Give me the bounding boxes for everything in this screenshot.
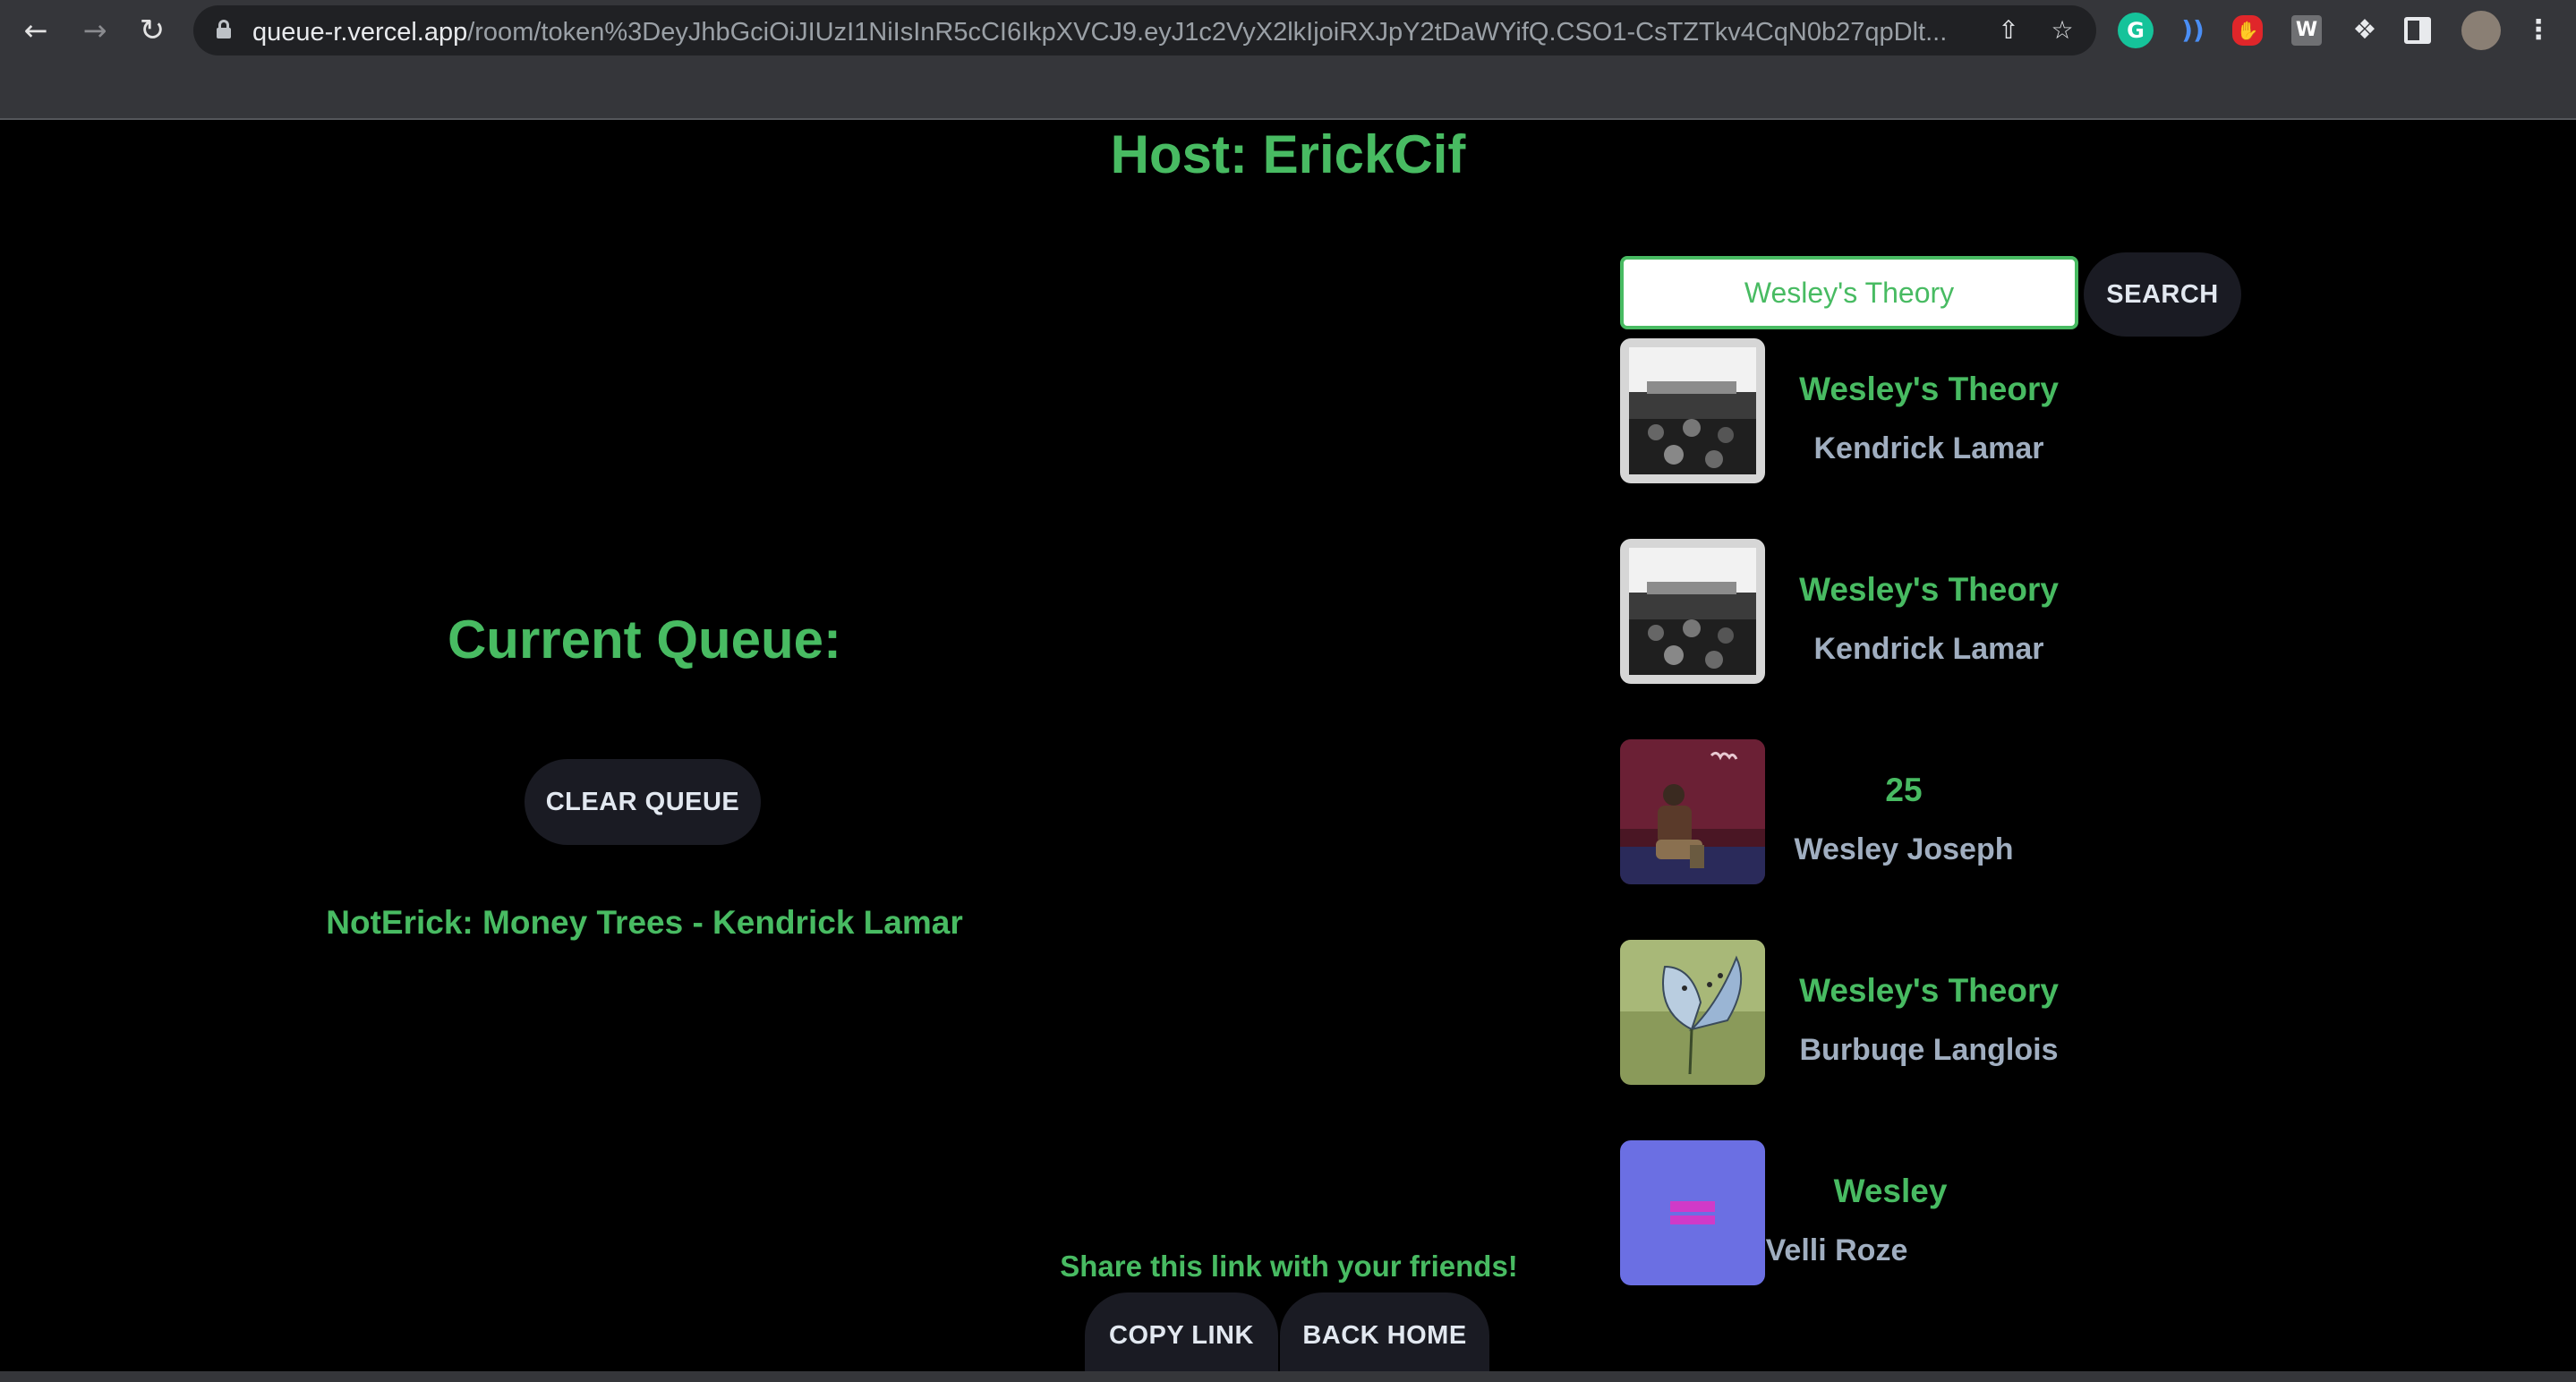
menu-kebab-icon[interactable]: ⋮ (2521, 13, 2556, 48)
album-cover-seated-person (1620, 739, 1765, 884)
result-title: Wesley's Theory (1799, 371, 2059, 407)
host-title: Host: ErickCif (1110, 124, 1466, 184)
result-artist: Kendrick Lamar (1813, 632, 2044, 666)
search-result[interactable]: Wesley's Theory Burbuqe Langlois (1620, 940, 2157, 1085)
result-artist: Burbuqe Langlois (1799, 1033, 2059, 1067)
audio-extension-icon[interactable]: )) (2175, 13, 2211, 48)
album-cover-crowd-photo (1620, 338, 1765, 483)
result-title: Wesley (1833, 1173, 1948, 1209)
result-title: 25 (1885, 772, 1923, 808)
queue-item-user: NotErick: (326, 904, 473, 941)
reload-icon[interactable]: ↻ (134, 13, 170, 48)
window-bottom-border (0, 1371, 2576, 1382)
url-text[interactable]: queue-r.vercel.app/room/token%3DeyJhbGci… (252, 18, 2007, 47)
result-title: Wesley's Theory (1799, 972, 2059, 1009)
url-path: /room/token%3DeyJhbGciOiJIUzI1NiIsInR5cC… (467, 18, 1948, 47)
back-arrow-icon[interactable]: ← (18, 13, 54, 48)
puzzle-icon[interactable]: ❖ (2347, 13, 2383, 48)
result-artist: Velli Roze (1765, 1233, 1908, 1267)
album-cover-butterfly (1620, 940, 1765, 1085)
search-result[interactable]: Wesley's Theory Kendrick Lamar (1620, 539, 2157, 684)
queue-title: Current Queue: (447, 610, 842, 670)
browser-toolbar: ← → ↻ queue-r.vercel.app/room/token%3Dey… (0, 0, 2576, 120)
back-home-button[interactable]: BACK HOME (1280, 1292, 1489, 1378)
star-icon[interactable]: ☆ (2048, 16, 2077, 45)
share-text: Share this link with your friends! (1060, 1250, 1518, 1283)
search-result[interactable]: 25 Wesley Joseph (1620, 739, 2157, 884)
album-cover-crowd-photo (1620, 539, 1765, 684)
queue-item-song: Money Trees - Kendrick Lamar (473, 904, 963, 941)
search-result[interactable]: Wesley Velli Roze (1620, 1140, 2157, 1285)
album-cover-blue-square (1620, 1140, 1765, 1285)
adblock-icon[interactable]: ✋ (2232, 15, 2263, 46)
result-artist: Wesley Joseph (1794, 832, 2014, 866)
forward-arrow-icon[interactable]: → (77, 13, 113, 48)
w-extension-icon[interactable]: W (2291, 15, 2322, 46)
search-button[interactable]: SEARCH (2084, 252, 2241, 337)
url-host: queue-r.vercel.app (252, 18, 468, 47)
search-input[interactable] (1620, 256, 2078, 329)
result-title: Wesley's Theory (1799, 571, 2059, 608)
profile-avatar-icon[interactable] (2461, 11, 2501, 50)
queue-item: NotErick: Money Trees - Kendrick Lamar (179, 904, 1110, 942)
result-artist: Kendrick Lamar (1813, 431, 2044, 465)
share-icon[interactable]: ⇧ (1994, 16, 2023, 45)
copy-link-button[interactable]: COPY LINK (1085, 1292, 1278, 1378)
grammarly-icon[interactable]: G (2118, 13, 2154, 48)
sidebar-icon[interactable] (2404, 17, 2431, 44)
lock-icon[interactable] (217, 20, 231, 38)
clear-queue-button[interactable]: CLEAR QUEUE (525, 759, 761, 845)
search-result[interactable]: Wesley's Theory Kendrick Lamar (1620, 338, 2157, 483)
address-bar[interactable]: queue-r.vercel.app/room/token%3DeyJhbGci… (193, 5, 2096, 55)
